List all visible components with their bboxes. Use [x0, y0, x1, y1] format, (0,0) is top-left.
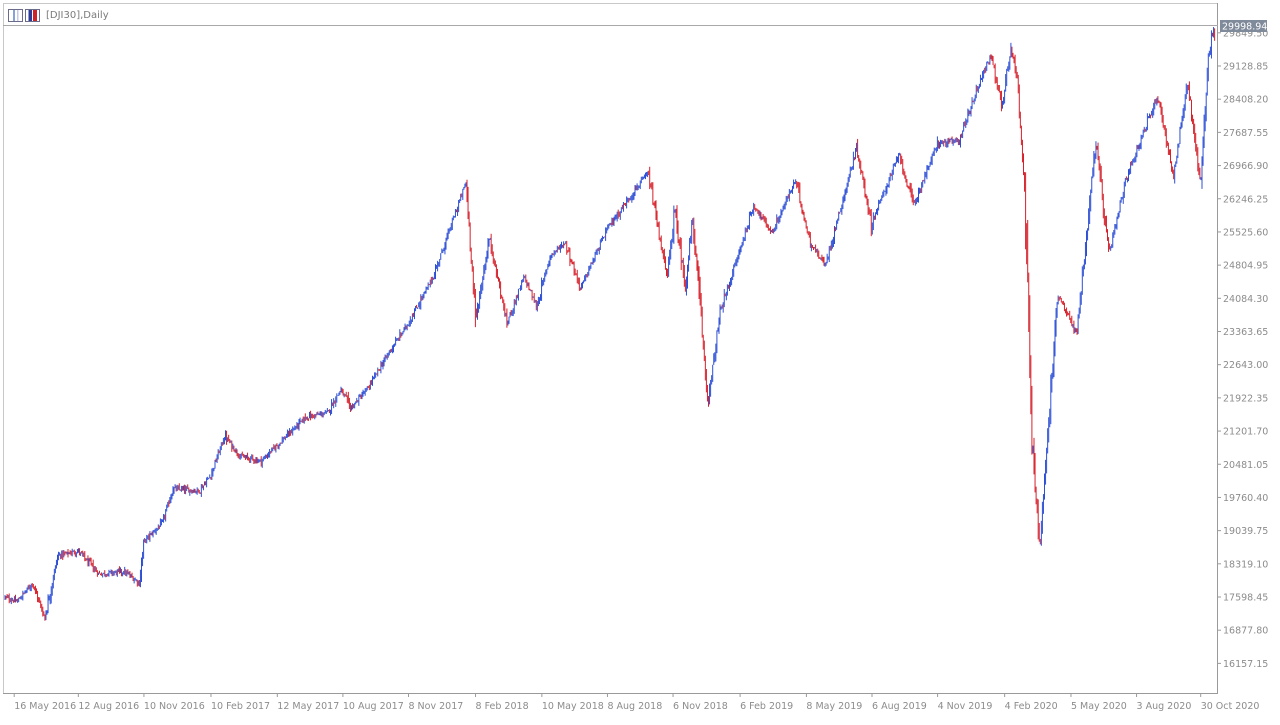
time-tick-label: 10 Feb 2017: [211, 701, 270, 712]
time-tick-label: 10 Nov 2016: [144, 701, 205, 712]
current-price-label: 29998.94: [1220, 20, 1267, 33]
time-tick-label: 8 May 2019: [806, 701, 862, 712]
price-tick-label: 26966.90: [1223, 161, 1268, 172]
current-price-text: 29998.94: [1222, 22, 1267, 33]
time-tick-label: 12 May 2017: [277, 701, 339, 712]
time-tick-label: 6 Aug 2019: [872, 701, 927, 712]
chart-window-icon[interactable]: [8, 8, 23, 22]
time-tick-label: 6 Feb 2019: [740, 701, 793, 712]
time-tick-label: 10 May 2018: [542, 701, 604, 712]
symbol-timeframe-label: [DJI30],Daily: [46, 9, 109, 21]
time-tick-label: 4 Feb 2020: [1005, 701, 1058, 712]
price-tick-label: 29128.85: [1223, 62, 1268, 73]
price-tick-label: 22643.00: [1223, 360, 1268, 371]
price-tick-label: 21922.35: [1223, 393, 1268, 404]
bar-chart-icon[interactable]: [25, 8, 40, 22]
price-tick-label: 16157.15: [1223, 659, 1268, 670]
time-tick-label: 30 Oct 2020: [1201, 701, 1260, 712]
chart-title-bar: [DJI30],Daily: [8, 7, 109, 23]
price-tick-label: 24804.95: [1223, 261, 1268, 272]
price-tick-label: 20481.05: [1223, 460, 1268, 471]
time-tick-label: 12 Aug 2016: [78, 701, 139, 712]
time-tick-label: 8 Nov 2017: [408, 701, 463, 712]
price-tick-label: 18319.10: [1223, 559, 1268, 570]
price-tick-label: 26246.25: [1223, 194, 1268, 205]
time-tick-label: 3 Aug 2020: [1137, 701, 1192, 712]
price-tick-label: 23363.65: [1223, 327, 1268, 338]
time-tick-label: 8 Aug 2018: [607, 701, 662, 712]
chart-window: 29849.50 29128.85 28408.20 27687.55 26966.90…: [0, 0, 1280, 721]
price-tick-label: 28408.20: [1223, 95, 1268, 106]
time-tick-label: 8 Feb 2018: [476, 701, 529, 712]
price-tick-label: 16877.80: [1223, 626, 1268, 637]
time-tick-label: 6 Nov 2018: [673, 701, 728, 712]
price-tick-label: 25525.60: [1223, 227, 1268, 238]
price-tick-label: 24084.30: [1223, 294, 1268, 305]
price-tick-label: 27687.55: [1223, 128, 1268, 139]
time-tick-label: 10 Aug 2017: [343, 701, 404, 712]
price-tick-label: 19039.75: [1223, 526, 1268, 537]
time-tick-label: 5 May 2020: [1071, 701, 1127, 712]
price-tick-label: 17598.45: [1223, 593, 1268, 604]
price-chart[interactable]: 29849.5029128.8528408.2027687.5526966.90…: [0, 0, 1280, 721]
time-tick-label: 16 May 2016: [14, 701, 76, 712]
price-tick-label: 21201.70: [1223, 427, 1268, 438]
time-tick-label: 4 Nov 2019: [938, 701, 993, 712]
price-tick-label: 19760.40: [1223, 493, 1268, 504]
